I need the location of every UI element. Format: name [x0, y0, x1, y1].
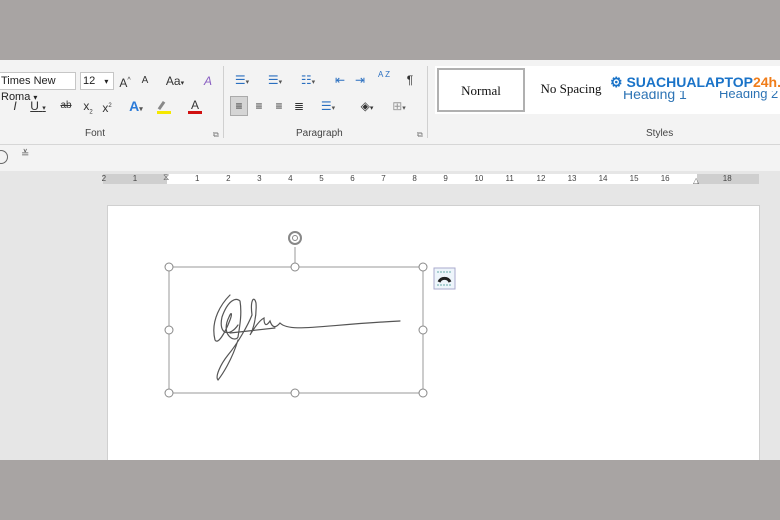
ruler-label: 4 [288, 174, 293, 183]
font-dialog-launcher-icon[interactable]: ⧉ [213, 130, 219, 140]
underline-button[interactable]: U ▾ [28, 97, 48, 118]
font-group-label: Font [85, 128, 106, 139]
multilevel-list-icon[interactable]: ☷▾ [296, 71, 320, 92]
font-name-select[interactable]: Times New Roma ▾ [0, 72, 76, 103]
ruler-label: 12 [536, 174, 546, 183]
paragraph-group-label: Paragraph [296, 128, 343, 139]
shrink-font-icon[interactable]: A [138, 72, 152, 90]
ruler-label: 14 [598, 174, 608, 183]
italic-button[interactable]: I [10, 97, 20, 115]
group-divider [427, 66, 428, 138]
ruler-label: 2 [226, 174, 231, 183]
gear-icon: ⚙ [610, 74, 623, 90]
subscript-button[interactable]: x2 [82, 97, 94, 121]
redo-icon[interactable] [0, 150, 8, 164]
resize-handles[interactable] [164, 262, 428, 398]
align-right-button[interactable]: ≡ [272, 97, 286, 115]
increase-indent-icon[interactable]: ⇥ [353, 71, 367, 89]
numbering-icon[interactable]: ☰▾ [263, 71, 287, 92]
ruler-label: 7 [381, 174, 386, 183]
indent-marker-icon[interactable]: ⧖ [163, 172, 169, 183]
decrease-indent-icon[interactable]: ⇤ [333, 71, 347, 89]
shading-icon[interactable]: ◈▾ [354, 97, 380, 118]
paragraph-dialog-launcher-icon[interactable]: ⧉ [417, 130, 423, 140]
align-left-button[interactable]: ≡ [230, 96, 248, 116]
font-color-icon[interactable]: A [188, 96, 202, 114]
show-formatting-button[interactable]: ¶ [404, 71, 416, 89]
style-normal[interactable]: Normal [437, 68, 525, 112]
ruler-label: 1 [132, 174, 138, 183]
ruler-bar: 2 1 1 2 3 4 5 6 7 8 9 10 11 12 13 14 15 16 18 ⧖ △ [0, 171, 780, 189]
sort-icon[interactable]: A Z [376, 70, 392, 79]
line-spacing-icon[interactable]: ☰▾ [316, 97, 340, 118]
change-case-button[interactable]: Aa▾ [163, 72, 187, 93]
ruler-label: 1 [195, 174, 200, 183]
font-color-label: A [190, 98, 199, 112]
ruler-label: 8 [412, 174, 417, 183]
highlight-icon[interactable] [157, 100, 171, 114]
ruler-label: 15 [629, 174, 639, 183]
signature-image-selection[interactable] [160, 225, 470, 405]
ruler-label: 5 [319, 174, 324, 183]
clear-formatting-icon[interactable]: A [200, 72, 216, 90]
ruler-label: 6 [350, 174, 355, 183]
ruler-label: 9 [443, 174, 448, 183]
bullets-icon[interactable]: ☰▾ [230, 71, 254, 92]
text-effects-button[interactable]: A▾ [124, 97, 148, 119]
grow-font-icon[interactable]: A^ [118, 72, 132, 92]
strikethrough-button[interactable]: ab [58, 97, 74, 115]
rotate-handle-icon[interactable] [288, 231, 302, 245]
font-size-value: 12 [83, 75, 96, 87]
ruler-label: 13 [567, 174, 577, 183]
ruler-text-area [167, 174, 697, 184]
watermark-text: SUACHUALAPTOP [626, 74, 753, 90]
quick-access-toolbar: ≚ [0, 145, 780, 171]
ruler-label: 16 [660, 174, 670, 183]
customize-qat-icon[interactable]: ≚ [21, 149, 29, 160]
align-center-button[interactable]: ≡ [252, 97, 266, 115]
signature-drawing [213, 294, 401, 381]
watermark-accent: 24h.com [752, 74, 780, 90]
styles-gallery: Normal No Spacing Heading 1 Heading 2 ⚙ … [435, 66, 780, 114]
ruler-label: 10 [474, 174, 484, 183]
underline-label: U [30, 99, 39, 113]
superscript-button[interactable]: x2 [101, 97, 113, 117]
ruler-label: 2 [101, 174, 107, 183]
ruler-label: 3 [257, 174, 262, 183]
ruler-label: 18 [722, 174, 732, 183]
watermark-logo: ⚙ SUACHUALAPTOP24h.com [610, 74, 780, 91]
borders-icon[interactable]: ⊞▾ [386, 97, 412, 118]
selection-box [168, 266, 424, 394]
styles-group-label: Styles [646, 128, 674, 139]
right-indent-marker-icon[interactable]: △ [693, 176, 699, 185]
font-size-select[interactable]: 12 ▾ [80, 72, 114, 90]
justify-button[interactable]: ≣ [292, 97, 306, 115]
layout-options-icon[interactable] [433, 267, 456, 290]
text-effects-label: A [129, 98, 140, 114]
ruler-label: 11 [505, 174, 514, 183]
style-no-spacing[interactable]: No Spacing [527, 68, 615, 110]
group-divider [223, 66, 224, 138]
change-case-label: Aa [165, 74, 181, 88]
ribbon: Times New Roma ▾ 12 ▾ A^ A Aa▾ A I U ▾ a… [0, 60, 780, 145]
